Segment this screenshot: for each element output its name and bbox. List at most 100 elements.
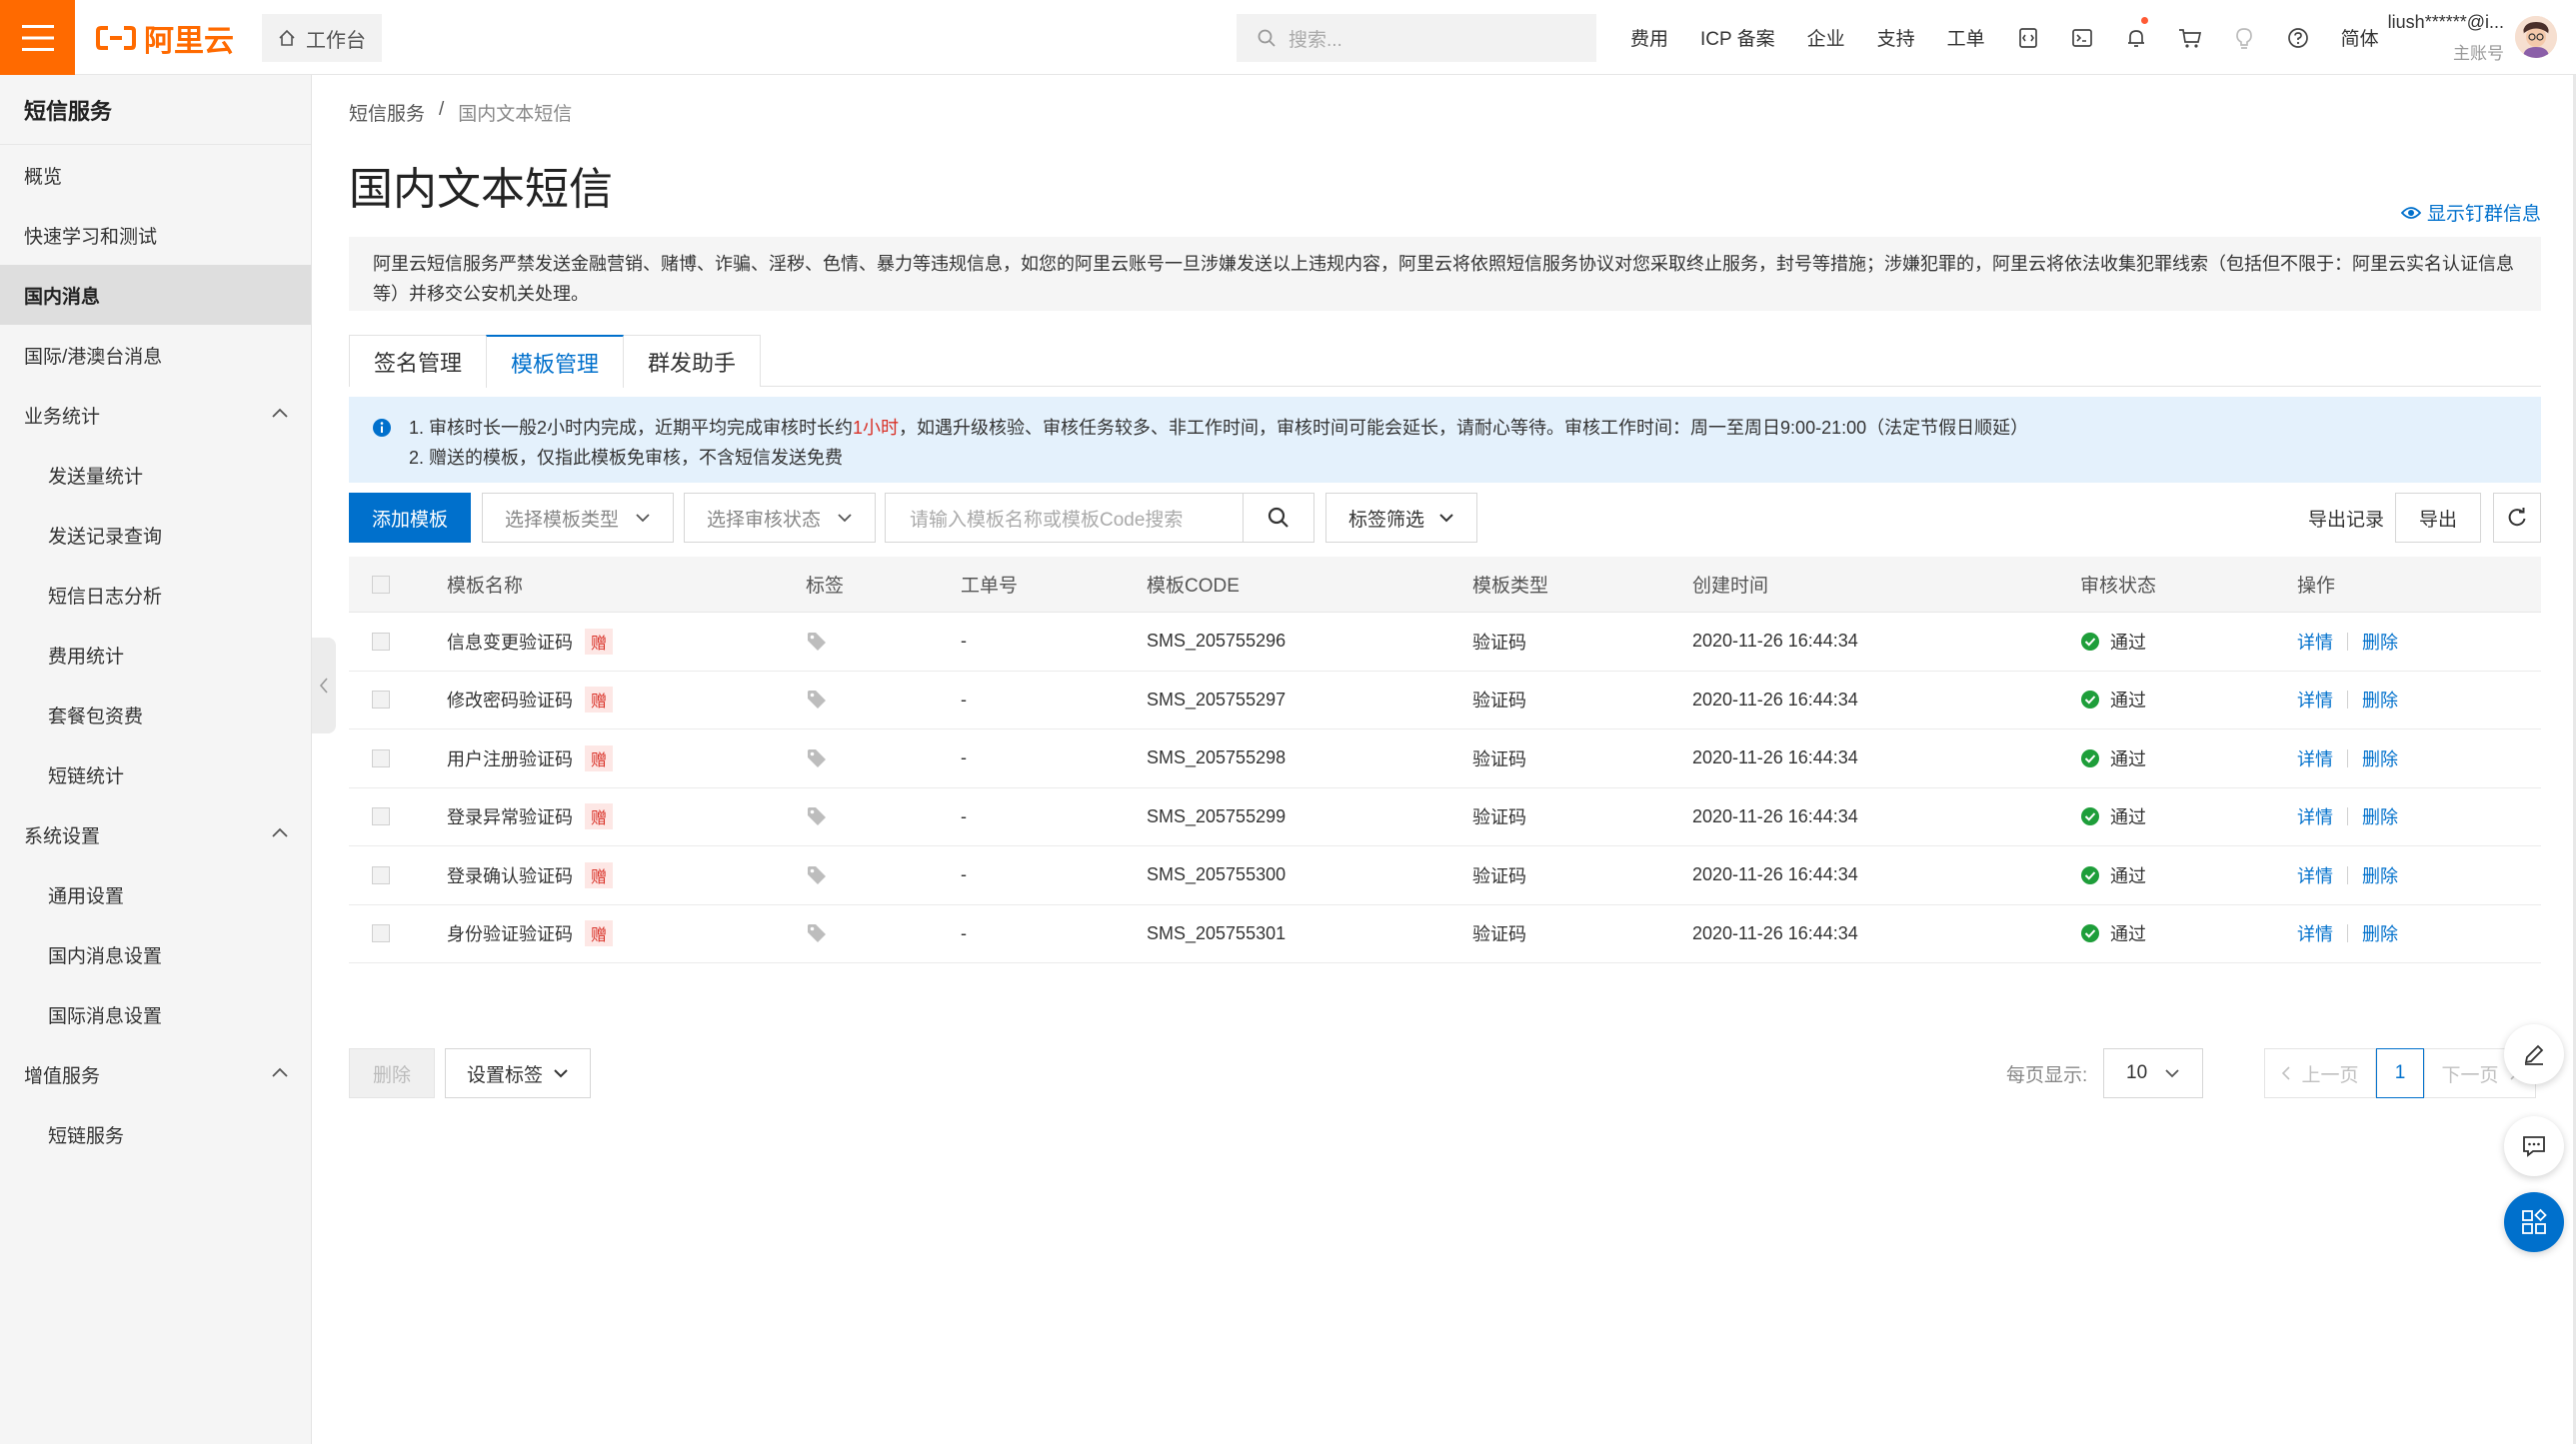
template-search-button[interactable]: [1243, 493, 1314, 543]
sidebar-item-overview[interactable]: 概览: [0, 145, 311, 205]
sidebar-item-package-pricing[interactable]: 套餐包资费: [0, 685, 311, 744]
row-checkbox[interactable]: [372, 672, 390, 729]
row-checkbox[interactable]: [372, 613, 390, 671]
notification-button[interactable]: [2109, 0, 2163, 75]
detail-link[interactable]: 详情: [2297, 745, 2333, 771]
check-circle-icon: [2081, 748, 2099, 767]
export-log-link[interactable]: 导出记录: [2308, 493, 2384, 543]
template-search-input[interactable]: 请输入模板名称或模板Code搜索: [885, 493, 1243, 543]
avatar[interactable]: [2515, 16, 2557, 58]
help-button[interactable]: [2271, 0, 2325, 75]
detail-link[interactable]: 详情: [2297, 629, 2333, 655]
per-page-select[interactable]: 10: [2103, 1048, 2203, 1098]
sidebar-item-international-settings[interactable]: 国际消息设置: [0, 984, 311, 1044]
nav-link-icp[interactable]: ICP 备案: [1700, 24, 1775, 51]
tab-signature-management[interactable]: 签名管理: [349, 335, 488, 387]
nav-link-ticket[interactable]: 工单: [1947, 24, 1985, 51]
row-checkbox[interactable]: [372, 905, 390, 963]
account-menu[interactable]: liush******@i... 主账号: [2384, 12, 2504, 64]
sidebar-group-value-added[interactable]: 增值服务: [0, 1044, 311, 1104]
chat-button[interactable]: [2504, 1116, 2564, 1176]
tag-cell[interactable]: [806, 613, 828, 671]
add-template-button[interactable]: 添加模板: [349, 493, 471, 543]
tab-bulk-send-assistant[interactable]: 群发助手: [623, 335, 762, 387]
language-switch[interactable]: 简体: [2341, 24, 2379, 51]
nav-link-support[interactable]: 支持: [1877, 24, 1915, 51]
sidebar-group-business-stats[interactable]: 业务统计: [0, 385, 311, 445]
breadcrumb-root[interactable]: 短信服务: [349, 99, 425, 126]
show-dingtalk-label: 显示钉群信息: [2426, 204, 2541, 225]
select-all-checkbox[interactable]: [372, 557, 390, 612]
tag-cell[interactable]: [806, 672, 828, 729]
tag-filter-dropdown[interactable]: 标签筛选: [1325, 493, 1477, 543]
tag-cell[interactable]: [806, 788, 828, 846]
sidebar-group-system-settings[interactable]: 系统设置: [0, 804, 311, 864]
sidebar-item-general-settings[interactable]: 通用设置: [0, 864, 311, 924]
set-tag-button[interactable]: 设置标签: [445, 1048, 591, 1098]
template-name-cell: 登录异常验证码赠: [447, 788, 613, 846]
aliyun-logo[interactable]: 阿里云: [96, 18, 234, 58]
global-search-input[interactable]: 搜索...: [1237, 14, 1596, 62]
delete-link[interactable]: 删除: [2362, 920, 2398, 946]
export-button[interactable]: 导出: [2395, 493, 2481, 543]
breadcrumb-separator: /: [439, 99, 445, 120]
detail-link[interactable]: 详情: [2297, 687, 2333, 713]
created-time-cell: 2020-11-26 16:44:34: [1692, 689, 1858, 710]
row-checkbox[interactable]: [372, 729, 390, 787]
sidebar-item-short-link-stats[interactable]: 短链统计: [0, 744, 311, 804]
row-checkbox[interactable]: [372, 846, 390, 904]
check-circle-icon: [2081, 865, 2099, 884]
tag-cell[interactable]: [806, 846, 828, 904]
detail-link[interactable]: 详情: [2297, 803, 2333, 829]
actions-cell: 详情 删除: [2297, 846, 2398, 904]
tag-cell[interactable]: [806, 905, 828, 963]
nav-link-billing[interactable]: 费用: [1630, 24, 1668, 51]
batch-delete-button[interactable]: 删除: [349, 1048, 435, 1098]
feedback-edit-button[interactable]: [2504, 1024, 2564, 1084]
row-checkbox[interactable]: [372, 788, 390, 846]
template-type-cell: 验证码: [1472, 865, 1526, 886]
template-type-select[interactable]: 选择模板类型: [482, 493, 674, 543]
api-button[interactable]: [2001, 0, 2055, 75]
detail-link[interactable]: 详情: [2297, 920, 2333, 946]
nav-link-enterprise[interactable]: 企业: [1807, 24, 1845, 51]
sidebar-item-send-records[interactable]: 发送记录查询: [0, 505, 311, 565]
sidebar-item-domestic-messages[interactable]: 国内消息: [0, 265, 311, 325]
delete-link[interactable]: 删除: [2362, 803, 2398, 829]
sidebar-item-domestic-settings[interactable]: 国内消息设置: [0, 924, 311, 984]
hamburger-menu-button[interactable]: [0, 0, 75, 75]
sidebar-item-short-link-service[interactable]: 短链服务: [0, 1104, 311, 1164]
cloud-shell-button[interactable]: [2055, 0, 2109, 75]
delete-link[interactable]: 删除: [2362, 687, 2398, 713]
workbench-button[interactable]: 工作台: [262, 14, 382, 62]
gift-badge: 赠: [585, 803, 613, 830]
review-status-select[interactable]: 选择审核状态: [684, 493, 876, 543]
info-line-1: 1. 审核时长一般2小时内完成，近期平均完成审核时长约1小时，如遇升级核验、审核…: [409, 413, 2517, 443]
sidebar-item-international-messages[interactable]: 国际/港澳台消息: [0, 325, 311, 385]
tips-button[interactable]: [2217, 0, 2271, 75]
tag-cell[interactable]: [806, 729, 828, 787]
chevron-down-icon: [2165, 1069, 2179, 1078]
apps-button[interactable]: [2504, 1192, 2564, 1252]
detail-link[interactable]: 详情: [2297, 862, 2333, 888]
tag-icon: [808, 691, 826, 710]
sidebar-item-cost-stats[interactable]: 费用统计: [0, 625, 311, 685]
page-number-current[interactable]: 1: [2376, 1048, 2424, 1098]
cart-button[interactable]: [2163, 0, 2217, 75]
terminal-icon: [2071, 28, 2092, 47]
checkbox-box: [372, 632, 390, 651]
sidebar-item-log-analysis[interactable]: 短信日志分析: [0, 565, 311, 625]
actions-cell: 详情 删除: [2297, 729, 2398, 787]
sidebar-collapse-handle[interactable]: [312, 638, 336, 733]
refresh-button[interactable]: [2493, 493, 2541, 543]
sidebar-item-send-volume[interactable]: 发送量统计: [0, 445, 311, 505]
prev-page-button[interactable]: 上一页: [2264, 1048, 2376, 1098]
per-page-value: 10: [2126, 1062, 2148, 1083]
set-tag-label: 设置标签: [466, 1064, 543, 1086]
delete-link[interactable]: 删除: [2362, 629, 2398, 655]
delete-link[interactable]: 删除: [2362, 862, 2398, 888]
delete-link[interactable]: 删除: [2362, 745, 2398, 771]
sidebar-item-quick-start[interactable]: 快速学习和测试: [0, 205, 311, 265]
show-dingtalk-link[interactable]: 显示钉群信息: [2400, 199, 2541, 226]
tab-template-management[interactable]: 模板管理: [486, 335, 625, 388]
